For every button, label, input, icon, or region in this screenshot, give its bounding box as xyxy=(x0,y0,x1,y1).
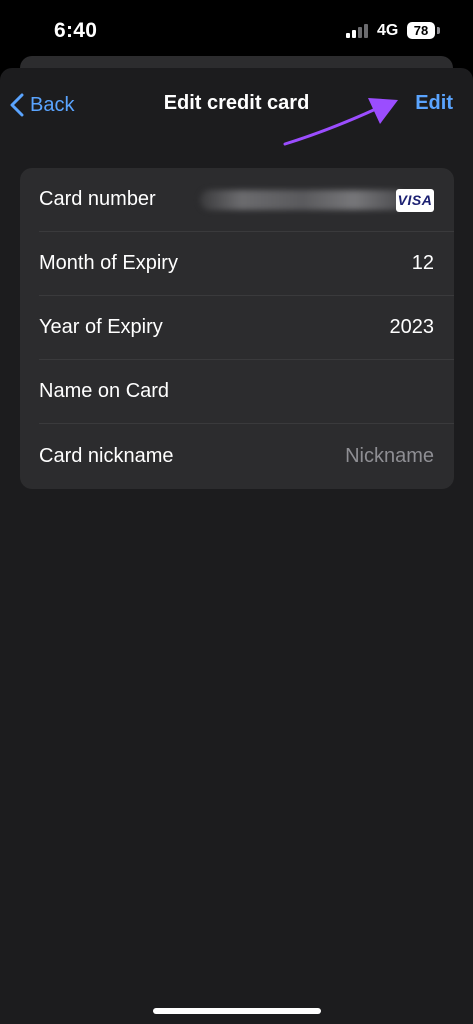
card-nickname-row[interactable]: Card nickname Nickname xyxy=(20,425,454,489)
month-of-expiry-row[interactable]: Month of Expiry 12 xyxy=(20,232,454,296)
credit-card-form: Card number VISA Month of Expiry 12 Year… xyxy=(20,168,454,489)
annotation-arrow-icon xyxy=(283,98,398,146)
month-of-expiry-label: Month of Expiry xyxy=(39,252,178,274)
name-on-card-row[interactable]: Name on Card xyxy=(20,360,454,424)
card-nickname-label: Card nickname xyxy=(39,445,174,467)
visa-logo-icon: VISA xyxy=(396,189,434,212)
card-number-row[interactable]: Card number VISA xyxy=(20,168,454,232)
card-number-value-blurred xyxy=(200,190,405,210)
divider xyxy=(39,423,454,424)
year-of-expiry-value[interactable]: 2023 xyxy=(390,316,435,339)
year-of-expiry-row[interactable]: Year of Expiry 2023 xyxy=(20,296,454,360)
card-nickname-field[interactable]: Nickname xyxy=(345,445,434,468)
name-on-card-label: Name on Card xyxy=(39,380,170,402)
year-of-expiry-label: Year of Expiry xyxy=(39,316,163,338)
card-number-label: Card number xyxy=(39,188,156,210)
home-indicator[interactable] xyxy=(153,1008,321,1014)
month-of-expiry-value[interactable]: 12 xyxy=(412,252,434,275)
